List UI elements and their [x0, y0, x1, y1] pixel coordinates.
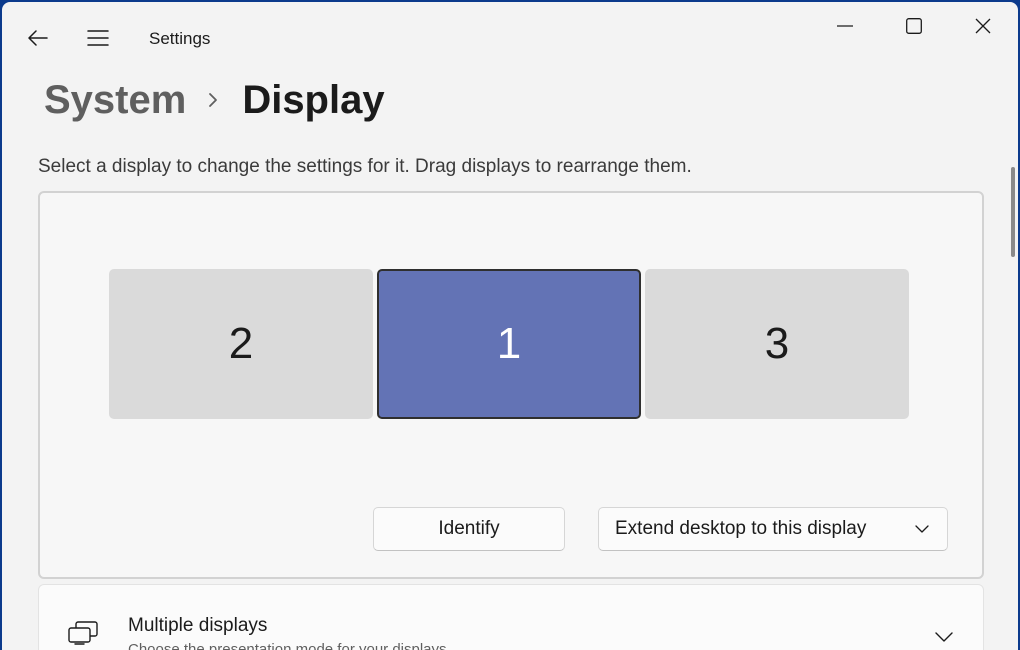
display-mode-selected-value: Extend desktop to this display	[615, 518, 867, 539]
display-3-tile[interactable]: 3	[645, 269, 909, 419]
vertical-scrollbar-thumb[interactable]	[1011, 167, 1015, 257]
display-mode-dropdown[interactable]: Extend desktop to this display	[598, 507, 948, 551]
identify-button[interactable]: Identify	[373, 507, 565, 551]
display-arrangement-panel: 2 1 3 Identify Extend desktop to this di…	[38, 191, 984, 579]
maximize-icon	[906, 18, 922, 34]
chevron-down-icon[interactable]	[935, 629, 953, 647]
multiple-displays-icon	[67, 621, 99, 650]
hamburger-menu-icon	[87, 30, 109, 46]
display-1-number: 1	[496, 319, 522, 368]
chevron-down-icon	[915, 525, 929, 533]
back-button[interactable]	[20, 22, 56, 54]
navigation-menu-button[interactable]	[80, 22, 116, 54]
identify-button-label: Identify	[438, 518, 500, 539]
app-title: Settings	[149, 29, 211, 48]
display-2-number: 2	[228, 319, 254, 368]
multiple-displays-section[interactable]: Multiple displays Choose the presentatio…	[38, 584, 984, 650]
back-arrow-icon	[28, 30, 48, 46]
settings-window: Settings System Display Select a display…	[2, 2, 1018, 650]
close-button[interactable]	[960, 8, 1006, 44]
title-bar: Settings	[2, 2, 1018, 72]
breadcrumb: System Display	[44, 74, 385, 126]
multiple-displays-title: Multiple displays	[128, 615, 268, 636]
close-icon	[975, 18, 991, 34]
multiple-displays-subtitle: Choose the presentation mode for your di…	[128, 641, 447, 650]
breadcrumb-system-link[interactable]: System	[44, 78, 186, 123]
display-2-tile[interactable]: 2	[109, 269, 373, 419]
display-3-number: 3	[764, 319, 790, 368]
minimize-icon	[837, 25, 853, 27]
chevron-right-icon	[208, 92, 218, 108]
display-1-tile[interactable]: 1	[377, 269, 641, 419]
page-title: Display	[242, 77, 385, 122]
maximize-button[interactable]	[891, 8, 937, 44]
minimize-button[interactable]	[822, 8, 868, 44]
arrangement-instruction: Select a display to change the settings …	[38, 156, 692, 177]
